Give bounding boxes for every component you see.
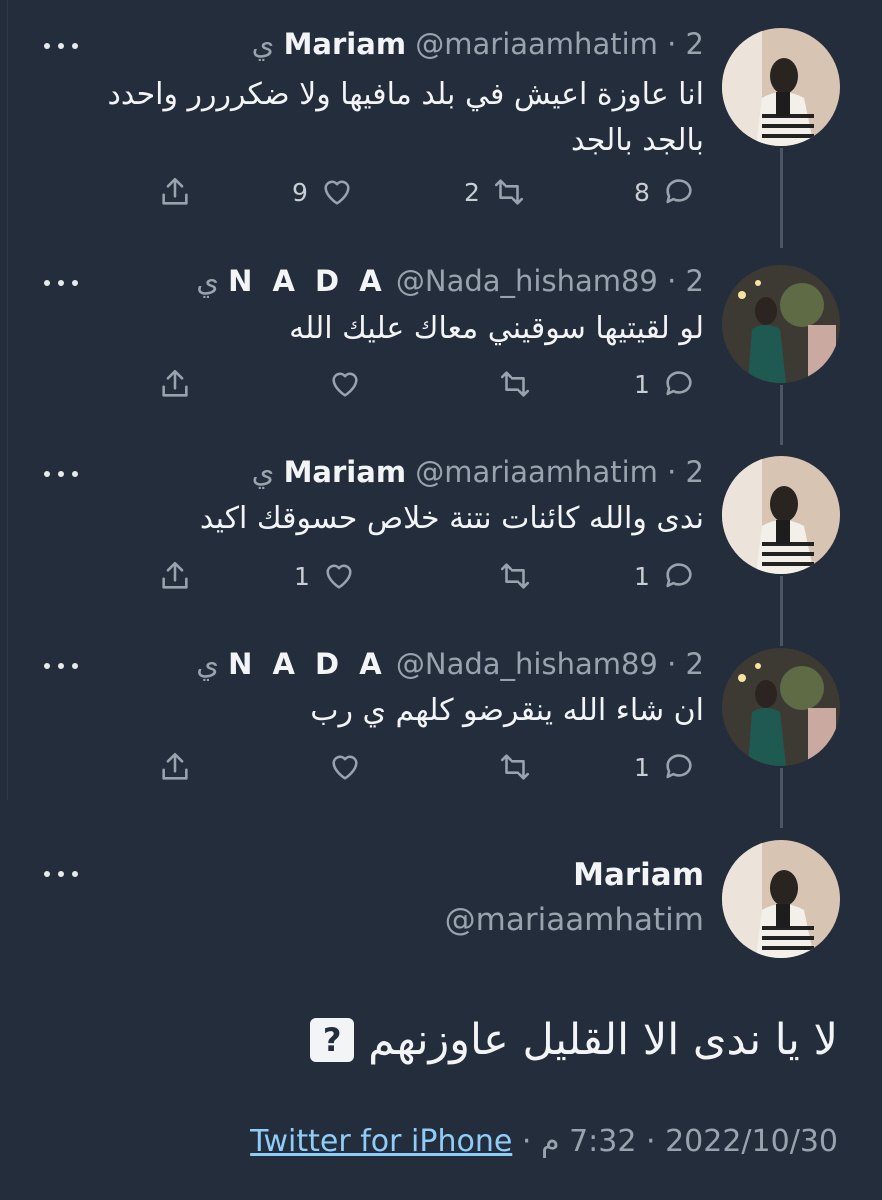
- retweet-icon: [494, 179, 523, 205]
- reply-button[interactable]: 1: [634, 747, 696, 787]
- reply-icon: [666, 179, 692, 204]
- tweet-actions: 1: [0, 364, 882, 404]
- reply-count: 1: [634, 561, 650, 591]
- like-button[interactable]: [328, 747, 362, 787]
- share-button[interactable]: [158, 747, 192, 787]
- author-name[interactable]: N A D A: [228, 647, 387, 681]
- reply-icon: [666, 371, 692, 396]
- share-icon: [162, 561, 188, 589]
- more-icon[interactable]: [44, 468, 78, 480]
- share-icon: [162, 177, 188, 205]
- more-icon[interactable]: [44, 868, 78, 880]
- tweet-actions: 1: [0, 747, 882, 787]
- reply-count: 1: [634, 369, 650, 399]
- avatar[interactable]: [722, 840, 840, 958]
- tweet-header: N A D A @Nada_hisham89 · 2 ي: [196, 263, 704, 299]
- separator: ·: [645, 1124, 656, 1159]
- like-icon: [332, 755, 358, 780]
- like-icon: [332, 372, 358, 397]
- tweet-header: Mariam @mariaamhatim · 2 ي: [252, 454, 704, 490]
- share-icon: [162, 369, 188, 397]
- author-handle[interactable]: @Nada_hisham89: [396, 264, 658, 298]
- tweet-time: 7:32 م: [540, 1124, 637, 1159]
- tweet-actions: 8 2 9: [0, 172, 882, 212]
- retweet-button[interactable]: 2: [464, 172, 526, 212]
- retweet-icon: [500, 563, 530, 589]
- like-icon: [326, 564, 352, 589]
- reply-icon: [666, 563, 692, 588]
- tweet-header: Mariam @mariaamhatim · 2 ي: [252, 26, 704, 62]
- reply-icon: [666, 754, 692, 779]
- author-name[interactable]: Mariam: [284, 455, 406, 489]
- author-handle[interactable]: @Nada_hisham89: [396, 647, 658, 681]
- tweet-text: ان شاء الله ينقرضو كلهم ي رب: [310, 693, 704, 728]
- like-icon: [324, 180, 350, 205]
- retweet-button[interactable]: [498, 556, 532, 596]
- author-handle[interactable]: @mariaamhatim: [415, 455, 658, 489]
- share-button[interactable]: [158, 556, 192, 596]
- tweet-source-link[interactable]: Twitter for iPhone: [250, 1124, 512, 1159]
- retweet-icon: [500, 371, 530, 397]
- author-handle[interactable]: @mariaamhatim: [445, 902, 704, 938]
- tweet-text: لو لقيتيها سوقيني معاك عليك الله: [289, 311, 704, 346]
- separator: ·: [667, 455, 677, 489]
- tweet-meta: 2022/10/30 · 7:32 م · Twitter for iPhone: [250, 1120, 838, 1164]
- reply-count: 8: [634, 177, 650, 207]
- separator: ·: [667, 264, 677, 298]
- like-button[interactable]: [328, 364, 362, 404]
- share-button[interactable]: [158, 364, 192, 404]
- like-count: 1: [294, 561, 310, 591]
- tweet-text-content: لا يا ندى الا القليل عاوزنهم: [368, 1015, 838, 1065]
- more-icon[interactable]: [44, 277, 78, 289]
- separator: ·: [521, 1124, 532, 1159]
- author-name[interactable]: Mariam: [284, 27, 406, 61]
- more-icon[interactable]: [44, 40, 78, 52]
- avatar[interactable]: [722, 28, 840, 146]
- retweet-button[interactable]: [498, 747, 532, 787]
- like-button[interactable]: 1: [294, 556, 356, 596]
- tweet-header: N A D A @Nada_hisham89 · 2 ي: [196, 646, 704, 682]
- tweet-actions: 1 1: [0, 556, 882, 596]
- tweet-date: 2022/10/30: [665, 1124, 838, 1159]
- reply-button[interactable]: 1: [634, 364, 696, 404]
- like-count: 9: [292, 177, 308, 207]
- tweet-text: ندى والله كائنات نتنة خلاص حسوقك اكيد: [199, 501, 704, 536]
- reply-button[interactable]: 1: [634, 556, 696, 596]
- like-button[interactable]: 9: [292, 172, 354, 212]
- reply-count: 1: [634, 752, 650, 782]
- retweet-icon: [500, 754, 530, 780]
- retweet-button[interactable]: [498, 364, 532, 404]
- retweet-count: 2: [464, 177, 480, 207]
- tweet-text: لا يا ندى الا القليل عاوزنهم ?: [310, 1012, 838, 1068]
- tweet-text: انا عاوزة اعيش في بلد مافيها ولا ضكرررر …: [107, 77, 704, 158]
- more-icon[interactable]: [44, 660, 78, 672]
- author-handle[interactable]: @mariaamhatim: [415, 27, 658, 61]
- separator: ·: [667, 27, 677, 61]
- reply-button[interactable]: 8: [634, 172, 696, 212]
- question-emoji-icon: ?: [310, 1018, 355, 1062]
- author-name[interactable]: Mariam: [573, 857, 704, 893]
- share-icon: [162, 752, 188, 780]
- separator: ·: [667, 647, 677, 681]
- share-button[interactable]: [158, 172, 192, 212]
- author-name[interactable]: N A D A: [228, 264, 387, 298]
